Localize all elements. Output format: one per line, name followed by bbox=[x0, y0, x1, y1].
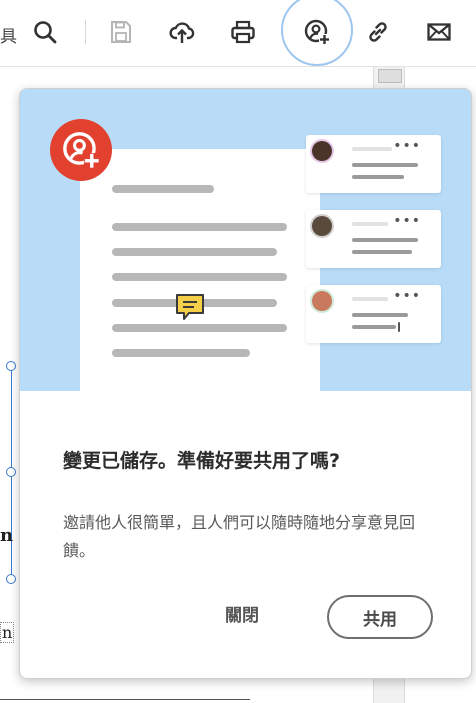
share-button[interactable]: 共用 bbox=[327, 595, 433, 639]
document-text-fragment: n bbox=[0, 525, 14, 546]
share-illustration: ••• ••• ••• bbox=[20, 89, 471, 391]
invite-people-badge-icon bbox=[50, 119, 112, 181]
illustration-line bbox=[352, 222, 388, 226]
document-rule bbox=[0, 699, 250, 700]
scrollbar-thumb[interactable] bbox=[378, 69, 402, 83]
print-icon bbox=[231, 20, 255, 44]
email-icon bbox=[427, 23, 451, 41]
selection-handle-middle[interactable] bbox=[6, 467, 16, 477]
illustration-line bbox=[352, 325, 396, 329]
illustration-line bbox=[112, 185, 214, 193]
illustration-comment-card: ••• bbox=[306, 135, 441, 193]
illustration-document bbox=[80, 149, 320, 391]
upload-icon bbox=[169, 22, 195, 43]
avatar-icon bbox=[312, 291, 332, 311]
search-button[interactable] bbox=[27, 14, 63, 50]
print-button[interactable] bbox=[225, 14, 261, 50]
selection-handle-bottom[interactable] bbox=[6, 574, 16, 584]
link-icon bbox=[369, 22, 387, 42]
avatar-icon bbox=[312, 216, 332, 236]
avatar-icon bbox=[312, 141, 332, 161]
toolbar: 具 bbox=[0, 0, 476, 67]
email-button[interactable] bbox=[421, 14, 457, 50]
illustration-line bbox=[112, 223, 287, 231]
illustration-line bbox=[352, 297, 388, 301]
illustration-line bbox=[352, 250, 412, 254]
text-cursor bbox=[398, 322, 400, 332]
more-icon: ••• bbox=[393, 213, 421, 229]
more-icon: ••• bbox=[393, 138, 421, 154]
comment-icon bbox=[176, 294, 204, 320]
illustration-line bbox=[352, 313, 408, 317]
invite-people-button[interactable] bbox=[299, 14, 335, 50]
document-text-fragment: n bbox=[0, 622, 15, 643]
close-button[interactable]: 關閉 bbox=[225, 601, 259, 626]
more-icon: ••• bbox=[393, 288, 421, 304]
illustration-line bbox=[352, 175, 404, 179]
invite-people-icon bbox=[304, 19, 330, 45]
search-icon bbox=[34, 21, 57, 44]
illustration-line bbox=[112, 324, 287, 332]
illustration-line bbox=[352, 238, 418, 242]
tools-label[interactable]: 具 bbox=[0, 22, 17, 47]
illustration-comment-card: ••• bbox=[306, 210, 441, 268]
upload-button[interactable] bbox=[164, 14, 200, 50]
illustration-line bbox=[112, 248, 277, 256]
popup-message: 邀請他人很簡單，且人們可以隨時隨地分享意見回饋。 bbox=[63, 513, 416, 560]
link-button[interactable] bbox=[360, 14, 396, 50]
selection-handle-top[interactable] bbox=[6, 361, 16, 371]
illustration-comment-card: ••• bbox=[306, 285, 441, 343]
save-button[interactable] bbox=[103, 14, 139, 50]
popup-title: 變更已儲存。準備好要共用了嗎? bbox=[63, 450, 341, 472]
toolbar-divider bbox=[85, 20, 86, 44]
illustration-line bbox=[352, 147, 392, 151]
illustration-line bbox=[112, 273, 287, 281]
save-icon bbox=[111, 21, 131, 43]
share-prompt-popup: ••• ••• ••• 變更已儲存。準備好要共用了嗎? 邀請他人很簡單，且人們可… bbox=[19, 88, 472, 679]
illustration-line bbox=[112, 349, 250, 357]
illustration-line bbox=[352, 163, 418, 167]
